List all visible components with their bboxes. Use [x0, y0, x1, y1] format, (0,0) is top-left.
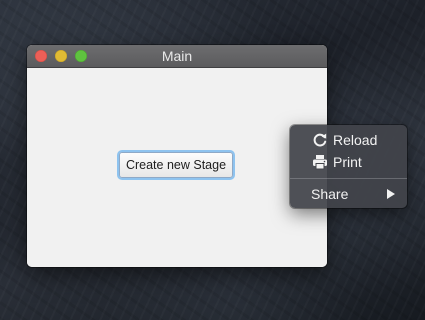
context-menu: Reload Print Share [290, 125, 407, 208]
menu-item-label: Share [311, 186, 349, 202]
printer-icon [312, 154, 328, 170]
create-new-stage-button[interactable]: Create new Stage [119, 152, 233, 178]
menu-item-label: Reload [333, 132, 378, 148]
menu-item-print[interactable]: Print [290, 151, 407, 173]
submenu-arrow-icon [387, 189, 395, 199]
main-window: Main Create new Stage [27, 45, 327, 267]
title-bar[interactable]: Main [27, 45, 327, 68]
menu-item-reload[interactable]: Reload [290, 129, 407, 151]
window-title: Main [161, 48, 193, 64]
menu-item-share[interactable]: Share [290, 183, 407, 205]
window-content: Create new Stage [27, 68, 327, 267]
menu-item-label: Print [333, 154, 362, 170]
menu-separator [290, 178, 407, 179]
reload-icon [312, 132, 328, 148]
